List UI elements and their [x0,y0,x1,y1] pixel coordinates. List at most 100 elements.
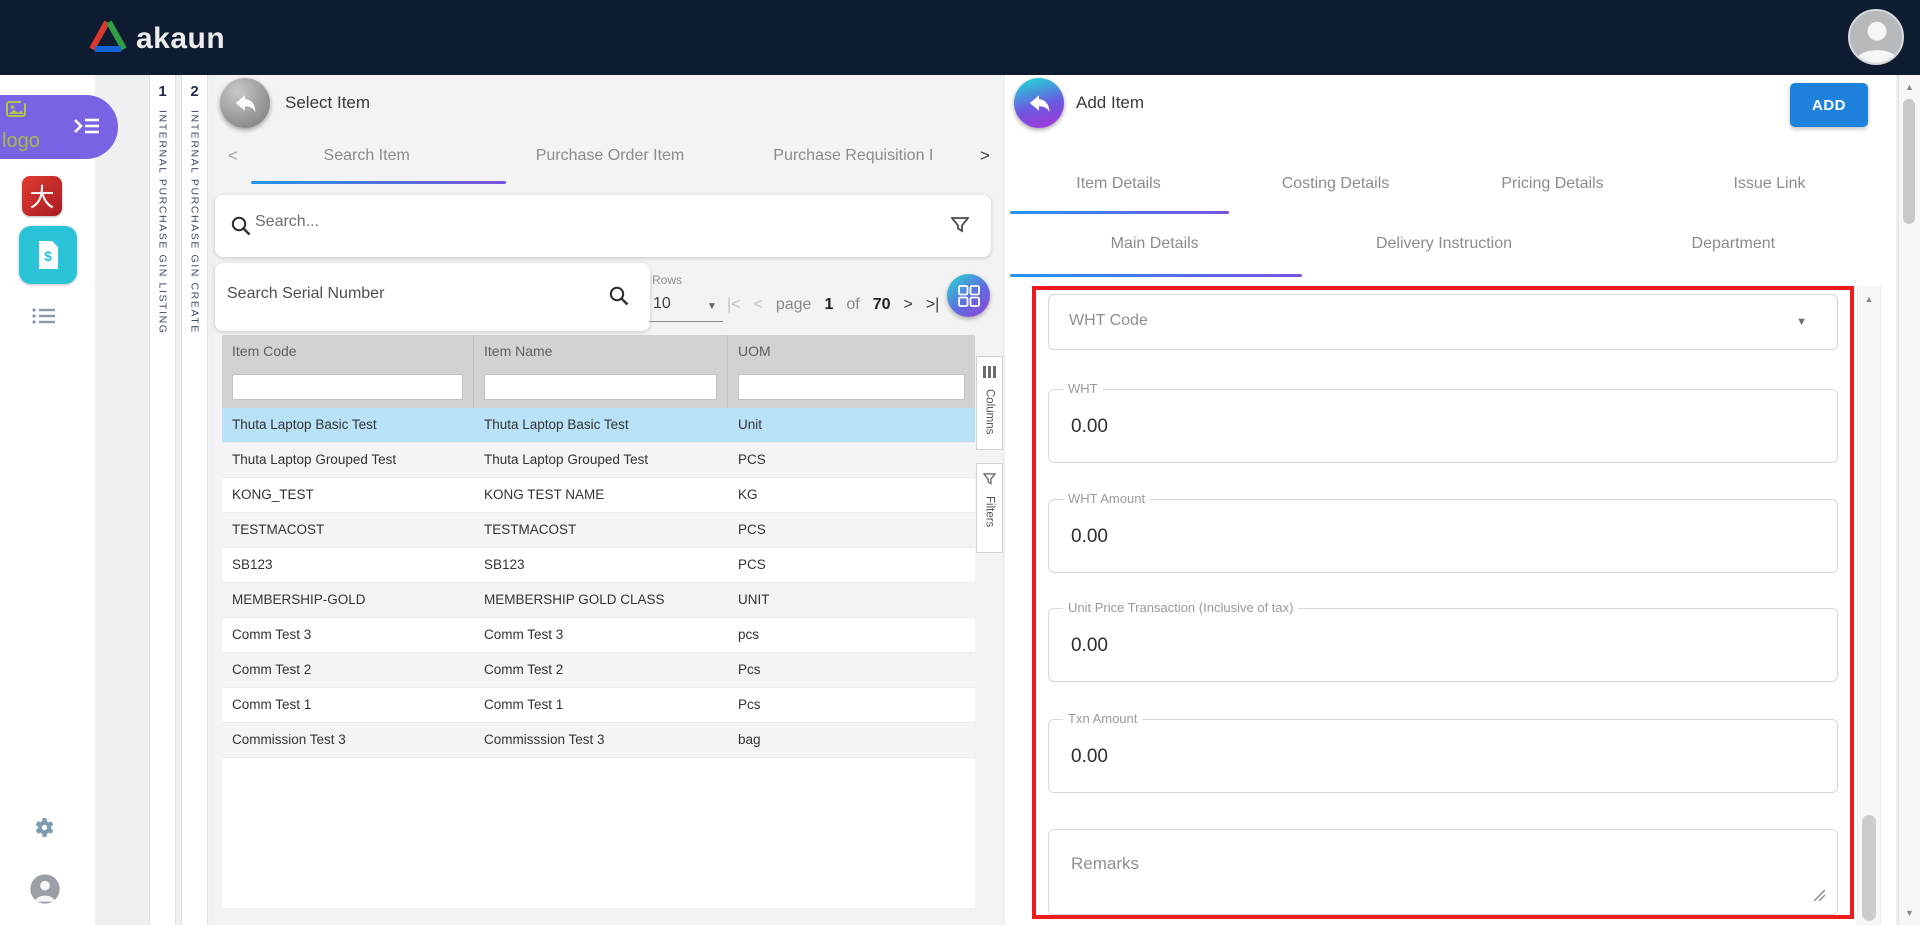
resize-handle-icon[interactable] [1814,888,1825,906]
cell-item-name: TESTMACOST [474,513,728,547]
serial-number-input[interactable] [227,285,587,303]
wht-field[interactable]: WHT 0.00 [1048,389,1838,463]
workspace-tab-label: INTERNAL PURCHASE GIN LISTING [157,110,169,335]
scrollbar-thumb[interactable] [1862,815,1876,921]
tab-costing-details[interactable]: Costing Details [1227,175,1444,193]
detail-tabs: Item Details Costing Details Pricing Det… [1010,175,1878,193]
tab-purchase-requisition-item[interactable]: Purchase Requisition I [732,147,975,165]
cell-uom: UNIT [728,583,975,617]
first-page-button[interactable]: |< [727,296,741,314]
table-row-selected[interactable]: Thuta Laptop Basic Test Thuta Laptop Bas… [222,408,975,443]
scroll-up-icon[interactable]: ▲ [1858,294,1880,304]
filters-tool-tab[interactable]: Filters [976,463,1003,553]
filter-item-code-input[interactable] [232,374,463,400]
remarks-textarea[interactable] [1049,830,1837,914]
workspace-tab-grn-create[interactable]: 2 INTERNAL PURCHASE GIN CREATE [181,75,208,925]
rows-per-page-select[interactable]: 10 [653,295,671,313]
filter-uom-input[interactable] [738,374,965,400]
settings-gear-icon[interactable] [31,813,58,847]
tab-pricing-details[interactable]: Pricing Details [1444,175,1661,193]
filter-item-name-input[interactable] [484,374,717,400]
filters-tool-label: Filters [984,496,996,527]
col-header-item-code[interactable]: Item Code [222,335,474,368]
last-page-button[interactable]: >| [926,296,940,314]
columns-tool-tab[interactable]: Columns [976,356,1003,450]
total-pages-number: 70 [873,296,891,314]
wht-code-dropdown[interactable]: WHT Code ▼ [1048,294,1838,350]
item-table: Item Code Item Name UOM Thuta Laptop Bas… [222,335,975,908]
list-menu-icon[interactable] [32,307,56,330]
cell-item-name: SB123 [474,548,728,582]
sidebar-logo-pill[interactable]: logo [0,95,118,159]
cell-item-name: KONG TEST NAME [474,478,728,512]
table-row[interactable]: Comm Test 3 Comm Test 3 pcs [222,618,975,653]
subtab-main-details[interactable]: Main Details [1010,235,1299,253]
txn-amount-label: Txn Amount [1063,711,1142,726]
unit-price-transaction-label: Unit Price Transaction (Inclusive of tax… [1063,600,1298,615]
rows-caret-down-icon[interactable]: ▼ [707,301,717,312]
cell-uom: bag [728,723,975,757]
back-button[interactable] [220,78,270,128]
wht-code-label: WHT Code [1069,312,1148,330]
serial-search-icon[interactable] [608,285,630,312]
prev-page-button[interactable]: < [754,296,763,314]
tabs-next-icon[interactable]: > [980,146,990,166]
page-scrollbar[interactable]: ▲ ▼ [1898,75,1920,925]
add-button[interactable]: ADD [1790,83,1868,127]
red-app-icon[interactable]: 大 [22,176,62,216]
brand-logo: akaun [88,18,225,59]
user-avatar[interactable] [1848,9,1904,65]
table-row[interactable]: TESTMACOST TESTMACOST PCS [222,513,975,548]
search-card [215,195,991,257]
tab-purchase-order-item[interactable]: Purchase Order Item [488,147,731,165]
cell-uom: KG [728,478,975,512]
page-title: Add Item [1076,93,1144,113]
col-header-uom[interactable]: UOM [728,335,975,368]
dropdown-caret-icon[interactable]: ▼ [1796,316,1807,328]
columns-icon [983,365,996,383]
tab-search-item[interactable]: Search Item [245,147,488,165]
active-tab-underline [251,181,506,184]
table-header-row: Item Code Item Name UOM [222,335,975,368]
wht-amount-label: WHT Amount [1063,491,1150,506]
left-sidebar: logo 大 $ [0,75,95,925]
txn-amount-field[interactable]: Txn Amount 0.00 [1048,719,1838,793]
table-row[interactable]: Comm Test 1 Comm Test 1 Pcs [222,688,975,723]
back-button[interactable] [1014,78,1064,128]
scroll-down-icon[interactable]: ▼ [1899,908,1920,918]
table-row[interactable]: SB123 SB123 PCS [222,548,975,583]
workspace-tab-number: 1 [158,83,166,100]
tab-item-details[interactable]: Item Details [1010,175,1227,193]
scroll-up-icon[interactable]: ▲ [1899,82,1920,92]
wht-amount-field[interactable]: WHT Amount 0.00 [1048,499,1838,573]
active-subtab-underline [1010,274,1302,277]
unit-price-transaction-field[interactable]: Unit Price Transaction (Inclusive of tax… [1048,608,1838,682]
search-icon [230,215,252,242]
table-row[interactable]: Thuta Laptop Grouped Test Thuta Laptop G… [222,443,975,478]
subtab-department[interactable]: Department [1589,235,1878,253]
rows-per-page-label: Rows [652,273,682,287]
table-row[interactable]: Comm Test 2 Comm Test 2 Pcs [222,653,975,688]
grid-view-button[interactable] [947,274,990,317]
tabs-prev-icon[interactable]: < [228,146,238,166]
table-row[interactable]: Commission Test 3 Commisssion Test 3 bag [222,723,975,758]
scrollbar-thumb[interactable] [1903,99,1915,224]
filter-icon[interactable] [951,216,969,239]
billing-doc-icon[interactable]: $ [19,226,77,284]
table-row[interactable]: KONG_TEST KONG TEST NAME KG [222,478,975,513]
workspace-tab-grn-listing[interactable]: 1 INTERNAL PURCHASE GIN LISTING [149,75,176,925]
collapse-menu-icon[interactable] [72,113,102,144]
subtab-delivery-instruction[interactable]: Delivery Instruction [1299,235,1588,253]
tab-issue-link[interactable]: Issue Link [1661,175,1878,193]
cell-item-name: Comm Test 3 [474,618,728,652]
pagination: |< < page 1 of 70 > >| [727,296,939,314]
page-title: Select Item [285,93,370,113]
profile-person-icon[interactable] [29,873,61,910]
table-row[interactable]: MEMBERSHIP-GOLD MEMBERSHIP GOLD CLASS UN… [222,583,975,618]
cell-item-code: TESTMACOST [222,513,474,547]
search-input[interactable] [255,213,875,231]
next-page-button[interactable]: > [903,296,912,314]
form-scrollbar[interactable]: ▲ [1857,286,1881,925]
cell-item-code: KONG_TEST [222,478,474,512]
col-header-item-name[interactable]: Item Name [474,335,728,368]
